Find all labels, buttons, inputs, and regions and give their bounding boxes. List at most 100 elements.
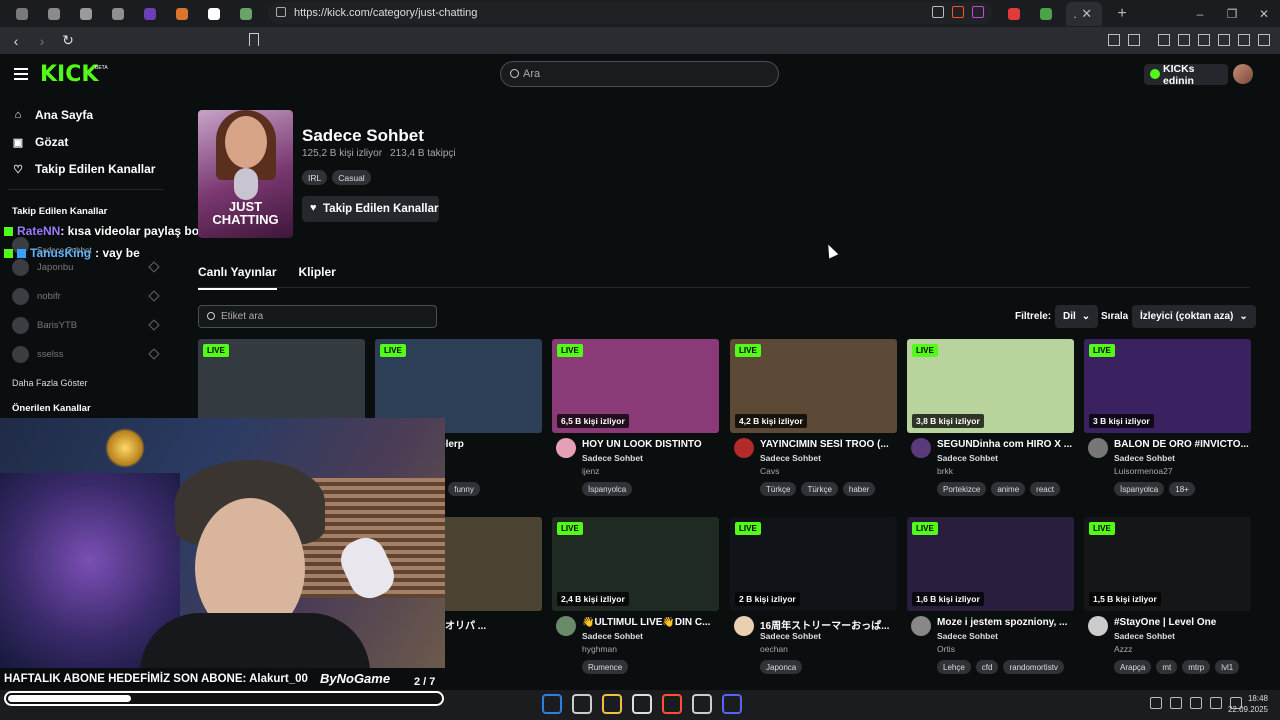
stream-thumbnail[interactable]: LIVE 6,5 B kişi izliyor	[552, 339, 719, 433]
microphone-icon[interactable]	[1170, 697, 1182, 709]
sidebar-channel[interactable]: Japonbu	[12, 257, 162, 277]
streamer-name[interactable]: Ortis	[937, 644, 955, 654]
search-input[interactable]: Ara	[500, 61, 779, 87]
streamer-name[interactable]: brkk	[937, 466, 953, 476]
stream-tag[interactable]: Türkçe	[760, 482, 797, 496]
url-field[interactable]: https://kick.com/category/just-chatting	[268, 2, 992, 24]
stream-tag[interactable]: mt	[1156, 660, 1178, 674]
sidebar-channel[interactable]: nobifr	[12, 286, 162, 306]
stream-thumbnail[interactable]: LIVE 3,8 B kişi izliyor	[907, 339, 1074, 433]
browser-tab[interactable]	[102, 3, 134, 25]
menu-icon[interactable]	[1258, 34, 1270, 46]
kick-logo[interactable]: KICK	[40, 62, 98, 87]
stream-card[interactable]: LIVE 1,6 B kişi izliyor Moze i jestem spoz…	[907, 517, 1074, 677]
stream-title[interactable]: 16周年ストリーマーおっぱ...	[760, 617, 897, 632]
stream-tag[interactable]: randomortistv	[1003, 660, 1064, 674]
stream-title[interactable]: 👋ULTIMUL LIVE👋DIN C...	[582, 617, 719, 628]
new-tab-icon[interactable]: +	[1110, 5, 1134, 23]
stream-category[interactable]: Sadece Sohbet	[1114, 631, 1175, 641]
stream-title[interactable]: SEGUNDinha com HIRO X ...	[937, 439, 1074, 450]
stream-tag[interactable]: Portekizce	[937, 482, 987, 496]
stream-tag[interactable]: Rumence	[582, 660, 629, 674]
tag-search-input[interactable]: Etiket ara	[198, 305, 437, 328]
browser-tab[interactable]	[6, 3, 38, 25]
sidebar-nav-browse[interactable]: ▣ Gözat	[12, 135, 69, 149]
rewards-icon[interactable]	[972, 6, 984, 18]
sidebar-toggle-icon[interactable]	[1178, 34, 1190, 46]
wallet-icon[interactable]	[1198, 34, 1210, 46]
stream-card[interactable]: LIVE 2,4 B kişi izliyor 👋ULTIMUL LIVE👋DIN …	[552, 517, 719, 677]
stream-title[interactable]: YAYINCIMIN SESİ TROO (...	[760, 439, 897, 450]
vpn-icon[interactable]	[1238, 34, 1250, 46]
stream-thumbnail[interactable]: LIVE 2 B kişi izliyor	[730, 517, 897, 611]
streamer-avatar[interactable]	[911, 616, 931, 636]
streamer-name[interactable]: oechan	[760, 644, 788, 654]
reload-icon[interactable]: ↻	[58, 31, 78, 51]
streamer-name[interactable]: hyghman	[582, 644, 617, 654]
stream-tag[interactable]: Arapça	[1114, 660, 1152, 674]
network-icon[interactable]	[1210, 697, 1222, 709]
stream-title[interactable]: Moze i jestem spozniony, ...	[937, 617, 1074, 628]
category-tag[interactable]: IRL	[302, 170, 328, 185]
stream-tag[interactable]: Japonca	[760, 660, 803, 674]
stream-tag[interactable]: haber	[842, 482, 876, 496]
taskbar-app-icon[interactable]	[542, 694, 562, 714]
browser-tab[interactable]	[998, 3, 1030, 25]
stream-category[interactable]: Sadece Sohbet	[760, 631, 821, 641]
stream-card[interactable]: LIVE 6,5 B kişi izliyor HOY UN LOOK DISTIN…	[552, 339, 719, 499]
stream-category[interactable]: Sadece Sohbet	[937, 631, 998, 641]
taskbar-app-icon[interactable]	[572, 694, 592, 714]
minimize-icon[interactable]: –	[1184, 7, 1216, 21]
stream-title[interactable]: HOY UN LOOK DISTINTO	[582, 439, 719, 450]
browser-tab[interactable]	[230, 3, 262, 25]
sidebar-nav-home[interactable]: ⌂ Ana Sayfa	[12, 108, 93, 122]
maximize-icon[interactable]: ❐	[1216, 7, 1248, 21]
stream-category[interactable]: Sadece Sohbet	[1114, 453, 1175, 463]
back-icon[interactable]: ‹	[6, 31, 26, 51]
get-kicks-button[interactable]: KICKs edinin	[1144, 63, 1228, 87]
hamburger-menu-icon[interactable]	[14, 68, 28, 80]
stream-title[interactable]: #StayOne | Level One	[1114, 617, 1251, 628]
streamer-name[interactable]: Luisormenoa27	[1114, 466, 1173, 476]
stream-card[interactable]: LIVE 1,5 B kişi izliyor #StayOne | Level O…	[1084, 517, 1251, 677]
close-tab-icon[interactable]: ✕	[1079, 6, 1095, 22]
stream-tag[interactable]: 18+	[1169, 482, 1195, 496]
stream-thumbnail[interactable]: LIVE 4,2 B kişi izliyor	[730, 339, 897, 433]
sort-dropdown[interactable]: İzleyici (çoktan aza) ⌄	[1132, 305, 1256, 328]
language-dropdown[interactable]: Dil ⌄	[1055, 305, 1099, 328]
tray-chevron-icon[interactable]	[1150, 697, 1162, 709]
leo-ai-icon[interactable]	[1218, 34, 1230, 46]
stream-category[interactable]: Sadece Sohbet	[760, 453, 821, 463]
user-avatar[interactable]	[1233, 64, 1253, 84]
stream-thumbnail[interactable]: LIVE 1,6 B kişi izliyor	[907, 517, 1074, 611]
stream-card[interactable]: LIVE 2 B kişi izliyor 16周年ストリーマーおっぱ... Sade…	[730, 517, 897, 677]
stream-thumbnail[interactable]: LIVE 2,4 B kişi izliyor	[552, 517, 719, 611]
streamer-avatar[interactable]	[556, 616, 576, 636]
close-window-icon[interactable]: ✕	[1248, 7, 1280, 21]
stream-tag[interactable]: anime	[991, 482, 1026, 496]
taskbar-app-icon[interactable]	[722, 694, 742, 714]
follow-category-button[interactable]: ♥ Takip Edilen Kanallar	[302, 196, 439, 222]
taskbar-app-icon[interactable]	[662, 694, 682, 714]
stream-tag[interactable]: İspanyolca	[582, 482, 633, 496]
browser-tab[interactable]	[70, 3, 102, 25]
media-icon[interactable]	[1158, 34, 1170, 46]
bookmark-icon[interactable]	[249, 33, 259, 46]
streamer-avatar[interactable]	[1088, 438, 1108, 458]
system-clock[interactable]: 18:48 22.09.2025	[1226, 693, 1268, 715]
category-tag[interactable]: Casual	[332, 170, 371, 185]
browser-tab[interactable]	[38, 3, 70, 25]
taskbar-app-icon[interactable]	[602, 694, 622, 714]
taskbar-app-icon[interactable]	[632, 694, 652, 714]
stream-thumbnail[interactable]: LIVE 3 B kişi izliyor	[1084, 339, 1251, 433]
sidebar-channel[interactable]: sselss	[12, 344, 162, 364]
stream-tag[interactable]: funny	[448, 482, 480, 496]
streamer-avatar[interactable]	[1088, 616, 1108, 636]
stream-tag[interactable]: react	[1030, 482, 1060, 496]
stream-card[interactable]: LIVE 3,8 B kişi izliyor SEGUNDinha com HIR…	[907, 339, 1074, 499]
stream-card[interactable]: LIVE 3 B kişi izliyor BALON DE ORO #INVICT…	[1084, 339, 1251, 499]
browser-tab[interactable]	[134, 3, 166, 25]
sidebar-nav-following[interactable]: ♡ Takip Edilen Kanallar	[12, 162, 155, 176]
streamer-avatar[interactable]	[911, 438, 931, 458]
streamer-name[interactable]: ijenz	[582, 466, 599, 476]
